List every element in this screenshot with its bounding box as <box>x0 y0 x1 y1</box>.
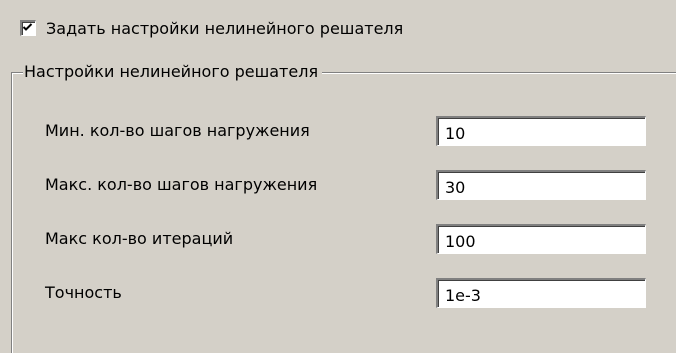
max-iterations-label: Макс кол-во итераций <box>45 229 234 248</box>
min-load-steps-input[interactable] <box>436 116 646 146</box>
max-iterations-input[interactable] <box>436 224 646 254</box>
min-load-steps-label: Мин. кол-во шагов нагружения <box>45 121 310 140</box>
checkmark-icon <box>22 23 33 31</box>
max-load-steps-input[interactable] <box>436 170 646 200</box>
accuracy-input[interactable] <box>436 278 646 308</box>
accuracy-label: Точность <box>45 283 122 302</box>
max-load-steps-label: Макс. кол-во шагов нагружения <box>45 175 318 194</box>
solver-settings-groupbox <box>11 72 676 353</box>
solver-settings-checkbox[interactable] <box>20 20 36 36</box>
solver-settings-checkbox-label[interactable]: Задать настройки нелинейного решателя <box>46 19 403 38</box>
group-title: Настройки нелинейного решателя <box>23 63 323 81</box>
solver-settings-checkbox-row[interactable]: Задать настройки нелинейного решателя <box>20 18 403 38</box>
